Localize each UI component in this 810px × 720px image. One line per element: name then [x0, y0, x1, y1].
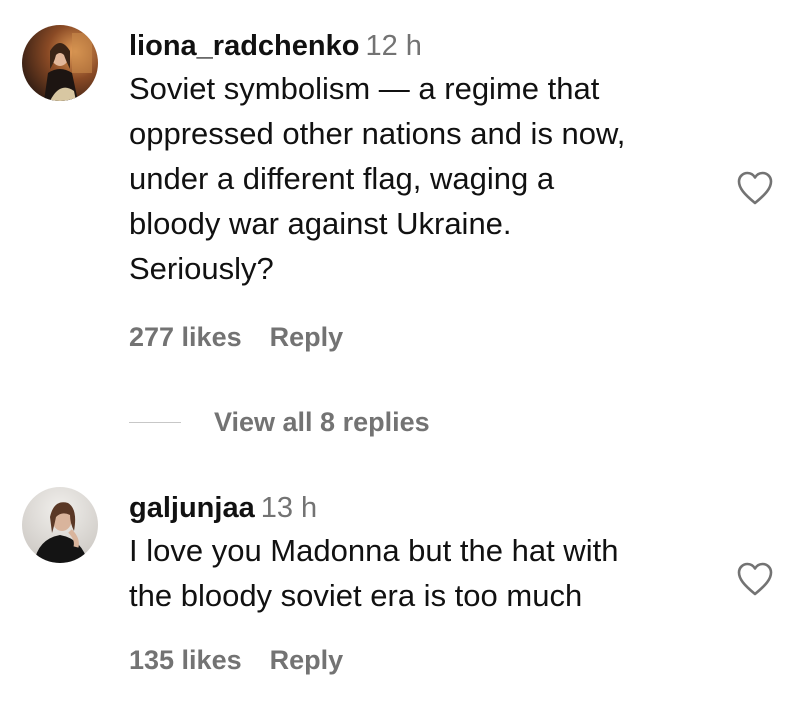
comment-header: galjunjaa 13 h	[129, 490, 715, 526]
reply-button[interactable]: Reply	[270, 322, 344, 352]
comment-line: Soviet symbolism — a regime that	[129, 71, 600, 106]
comment-line: I love you Madonna but the hat with	[129, 533, 619, 568]
avatar[interactable]	[22, 25, 98, 101]
username[interactable]: galjunjaa	[129, 492, 255, 524]
comment-line: oppressed other nations and is now,	[129, 116, 626, 151]
view-replies[interactable]: View all 8 replies	[129, 404, 430, 440]
divider-line	[129, 421, 181, 423]
heart-icon[interactable]	[736, 561, 774, 597]
comment-actions: 277 likes Reply	[129, 322, 343, 353]
view-replies-button[interactable]: View all 8 replies	[214, 407, 430, 438]
comment-actions: 135 likes Reply	[129, 645, 343, 676]
comment-line: Seriously?	[129, 251, 274, 286]
timestamp[interactable]: 13 h	[261, 492, 317, 524]
avatar[interactable]	[22, 487, 98, 563]
username[interactable]: liona_radchenko	[129, 30, 359, 62]
comment-text: I love you Madonna but the hat with the …	[129, 528, 715, 618]
reply-button[interactable]: Reply	[270, 645, 344, 675]
comment-text: Soviet symbolism — a regime that oppress…	[129, 66, 715, 291]
timestamp[interactable]: 12 h	[365, 30, 421, 62]
heart-icon[interactable]	[736, 170, 774, 206]
likes-count[interactable]: 277 likes	[129, 322, 242, 352]
comment-header: liona_radchenko 12 h	[129, 28, 715, 64]
comment-line: bloody war against Ukraine.	[129, 206, 512, 241]
comment-line: under a different flag, waging a	[129, 161, 555, 196]
comment-line: the bloody soviet era is too much	[129, 578, 583, 613]
likes-count[interactable]: 135 likes	[129, 645, 242, 675]
